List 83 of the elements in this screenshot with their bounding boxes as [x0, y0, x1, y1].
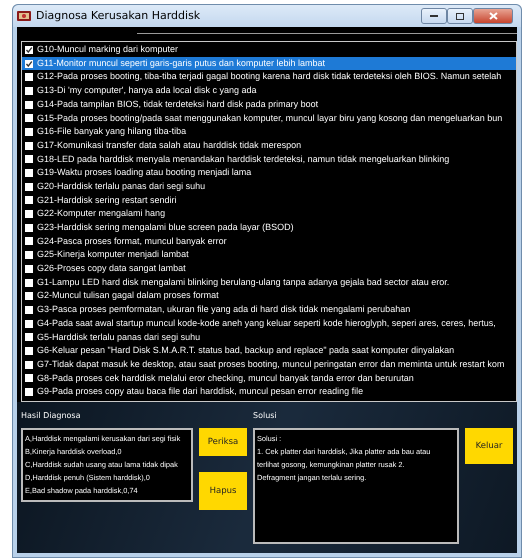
symptom-label: G26-Proses copy data sangat lambat: [37, 262, 186, 276]
symptom-label: G18-LED pada harddisk menyala menandakan harddisk terdeteksi, namun tidak mengeluarkan blinking: [37, 152, 450, 166]
symptom-label: G10-Muncul marking dari komputer: [37, 43, 178, 56]
app-icon: [17, 10, 31, 22]
checkbox[interactable]: [25, 46, 33, 54]
checkbox[interactable]: [25, 388, 33, 396]
symptom-label: G22-Komputer mengalami hang: [37, 207, 166, 220]
minimize-button[interactable]: [421, 8, 447, 24]
symptom-item[interactable]: G22-Komputer mengalami hang: [22, 207, 516, 221]
symptom-label: G9-Pada proses copy atau baca file dari harddisk, muncul pesan error reading file: [37, 385, 364, 398]
checkbox[interactable]: [25, 73, 33, 82]
check-button[interactable]: Periksa: [199, 428, 247, 456]
symptom-label: G20-Harddisk terlalu panas dari segi suhu: [37, 180, 206, 193]
maximize-button[interactable]: [447, 8, 473, 24]
symptom-item[interactable]: G17-Komunikasi transfer data salah atau harddisk tidak merespon: [22, 138, 516, 152]
checkbox[interactable]: [25, 264, 33, 273]
symptom-item[interactable]: G18-LED pada harddisk menyala menandakan harddisk terdeteksi, namun tidak mengeluarkan blinking: [22, 152, 516, 166]
checkbox[interactable]: [25, 60, 33, 68]
symptom-item[interactable]: G23-Harddisk sering mengalami blue screen pada layar (BSOD): [22, 220, 516, 235]
symptom-item[interactable]: G11-Monitor muncul seperti garis-garis putus dan komputer lebih lambat: [22, 56, 516, 70]
symptom-label: G2-Muncul tulisan gagal dalam proses format: [37, 289, 219, 302]
symptom-item[interactable]: G2-Muncul tulisan gagal dalam proses format: [22, 289, 516, 304]
symptom-label: G5-Harddisk terlalu panas dari segi suhu: [37, 330, 200, 344]
symptom-label: G17-Komunikasi transfer data salah atau harddisk tidak merespon: [37, 138, 302, 152]
symptom-label: G16-File banyak yang hilang tiba-tiba: [37, 125, 186, 138]
checkbox[interactable]: [25, 306, 33, 314]
checkbox[interactable]: [25, 360, 33, 369]
solution-label: Solusi: [253, 410, 278, 422]
symptom-label: G3-Pasca proses pemformatan, ukuran file yang ada di hard disk tidak mengalami perubahan: [37, 303, 410, 316]
symptom-label: G8-Pada proses cek harddisk melalui eror checking, muncul banyak tanda error dan berurutan: [37, 372, 414, 385]
symptom-item[interactable]: G19-Waktu proses loading atau booting menjadi lama: [22, 166, 516, 180]
symptom-item[interactable]: G25-Kinerja komputer menjadi lambat: [22, 248, 516, 262]
symptom-item[interactable]: G13-Di 'my computer', hanya ada local disk c yang ada: [22, 84, 516, 98]
checkbox[interactable]: [25, 155, 33, 164]
symptom-item[interactable]: G24-Pasca proses format, muncul banyak error: [22, 234, 516, 248]
checkbox[interactable]: [25, 374, 33, 382]
symptom-item[interactable]: G14-Pada tampilan BIOS, tidak terdeteksi hard disk pada primary boot: [22, 98, 516, 112]
checkbox[interactable]: [25, 292, 33, 300]
diagnosis-label: Hasil Diagnosa: [21, 410, 82, 422]
checkbox[interactable]: [25, 333, 33, 342]
checkbox[interactable]: [25, 182, 33, 191]
close-icon: [488, 12, 498, 20]
checkbox[interactable]: [25, 237, 33, 246]
checkbox[interactable]: [25, 346, 33, 355]
symptom-item[interactable]: G20-Harddisk terlalu panas dari segi suhu: [22, 180, 516, 194]
symptom-label: G13-Di 'my computer', hanya ada local disk c yang ada: [37, 84, 257, 98]
symptom-item[interactable]: G6-Keluar pesan "Hard Disk S.M.A.R.T. status bad, backup and replace" pada saat komputer dinyalakan: [22, 344, 516, 358]
symptom-label: G19-Waktu proses loading atau booting menjadi lama: [37, 166, 252, 180]
checkbox[interactable]: [25, 128, 33, 136]
symptom-label: G6-Keluar pesan "Hard Disk S.M.A.R.T. status bad, backup and replace" pada saat komputer dinyalakan: [37, 344, 454, 358]
maximize-icon: [456, 12, 464, 20]
symptom-item[interactable]: G21-Harddisk sering restart sendiri: [22, 194, 516, 208]
window-title: Diagnosa Kerusakan Harddisk: [36, 8, 202, 24]
symptom-item[interactable]: G8-Pada proses cek harddisk melalui eror checking, muncul banyak tanda error dan berurutan: [22, 372, 516, 386]
symptom-label: G21-Harddisk sering restart sendiri: [37, 194, 177, 207]
checkbox[interactable]: [25, 210, 33, 218]
checkbox[interactable]: [25, 251, 33, 260]
checkbox[interactable]: [25, 100, 33, 109]
symptom-item[interactable]: G9-Pada proses copy atau baca file dari harddisk, muncul pesan error reading file: [22, 385, 516, 399]
exit-button[interactable]: Keluar: [465, 428, 513, 464]
checkbox[interactable]: [25, 320, 33, 328]
symptom-label: G24-Pasca proses format, muncul banyak error: [37, 234, 227, 248]
symptom-item[interactable]: G16-File banyak yang hilang tiba-tiba: [22, 125, 516, 139]
symptom-label: G14-Pada tampilan BIOS, tidak terdeteksi hard disk pada primary boot: [37, 98, 318, 111]
symptom-item[interactable]: G3-Pasca proses pemformatan, ukuran file yang ada di hard disk tidak mengalami perubahan: [22, 303, 516, 317]
checkbox[interactable]: [25, 142, 33, 150]
close-button[interactable]: [473, 8, 513, 24]
checkbox[interactable]: [25, 114, 33, 122]
minimize-icon: [430, 14, 438, 18]
checkbox[interactable]: [25, 86, 33, 95]
symptom-item[interactable]: G5-Harddisk terlalu panas dari segi suhu: [22, 330, 516, 344]
symptom-item[interactable]: G10-Muncul marking dari komputer: [22, 43, 516, 57]
checkbox[interactable]: [25, 278, 33, 287]
symptom-label: G11-Monitor muncul seperti garis-garis putus dan komputer lebih lambat: [37, 56, 325, 70]
symptom-label: G25-Kinerja komputer menjadi lambat: [37, 248, 189, 262]
symptom-label: G23-Harddisk sering mengalami blue screen pada layar (BSOD): [37, 221, 294, 234]
checkbox[interactable]: [25, 169, 33, 178]
clear-button[interactable]: Hapus: [199, 472, 247, 510]
checkbox[interactable]: [25, 196, 33, 204]
checkbox[interactable]: [25, 224, 33, 232]
symptom-item[interactable]: G26-Proses copy data sangat lambat: [22, 262, 516, 276]
symptom-label: G1-Lampu LED hard disk mengalami blinking berulang-ulang tanpa adanya gejala bad sector atau eror.: [37, 276, 450, 289]
symptom-item[interactable]: G1-Lampu LED hard disk mengalami blinking berulang-ulang tanpa adanya gejala bad sector atau eror.: [22, 276, 516, 290]
